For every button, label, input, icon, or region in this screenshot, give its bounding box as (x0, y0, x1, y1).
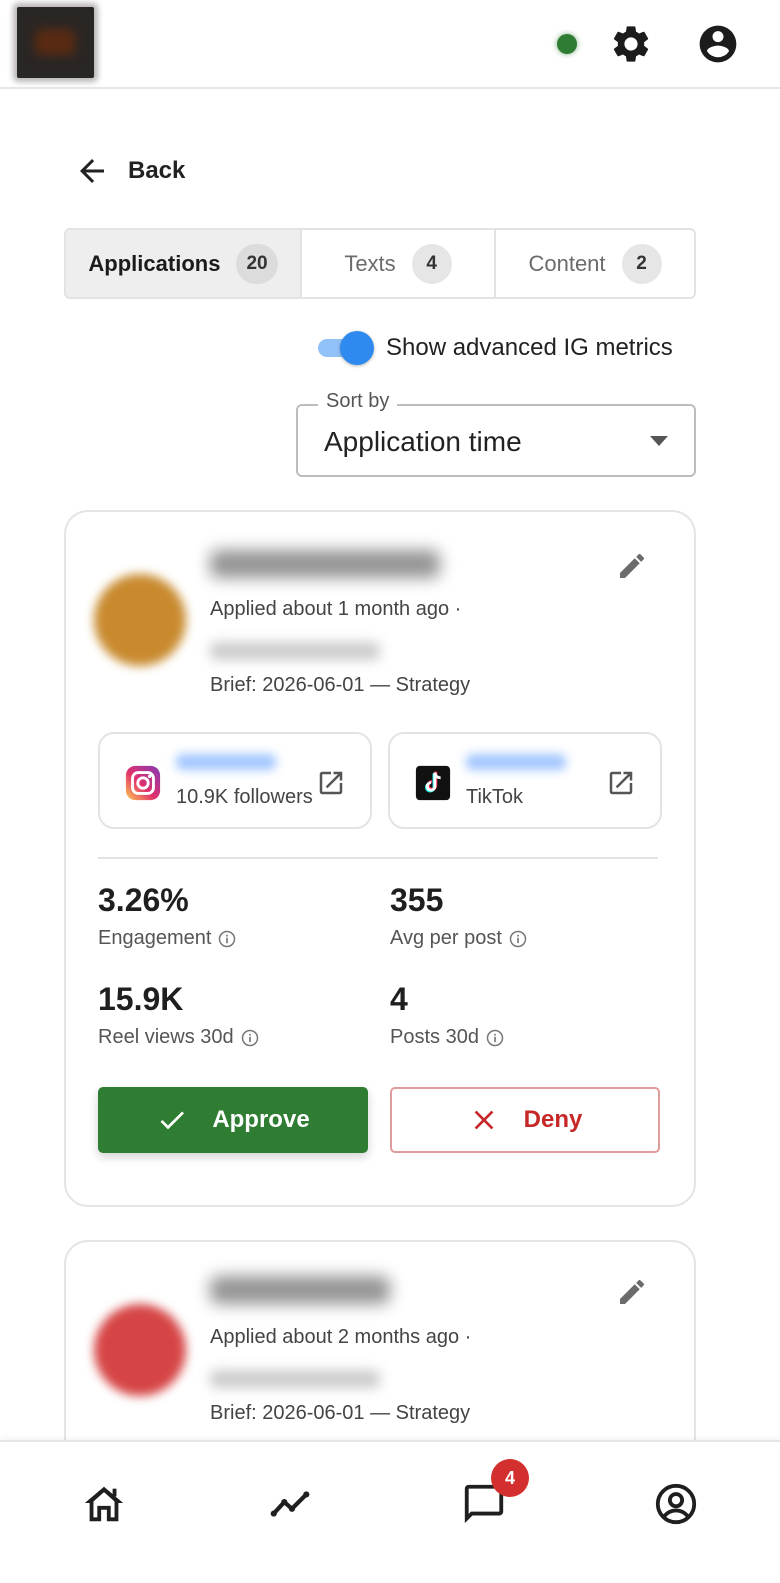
posts-30d-metric: 4 Posts 30d (390, 981, 505, 1049)
applied-time: Applied about 1 month ago · (210, 598, 462, 620)
applicant-email-redacted (210, 642, 380, 660)
profile-icon[interactable] (650, 1478, 702, 1530)
applied-time: Applied about 2 months ago · (210, 1326, 472, 1348)
check-icon (160, 1111, 185, 1130)
caret-down-icon (650, 436, 668, 446)
metric-label-text: Posts 30d (390, 1026, 479, 1048)
deny-button[interactable]: Deny (390, 1087, 660, 1153)
section-tabs: Applications 20 Texts 4 Content 2 (64, 228, 696, 299)
brief-info: Brief: 2026-06-01 — Strategy (210, 674, 471, 696)
approve-label: Approve (212, 1106, 310, 1133)
tab-texts[interactable]: Texts 4 (302, 230, 496, 297)
deny-label: Deny (523, 1106, 583, 1133)
metric-label: Posts 30d (390, 1026, 505, 1049)
back-label: Back (128, 157, 186, 184)
tiktok-icon (415, 765, 451, 801)
metric-value: 4 (390, 981, 408, 1017)
instagram-icon (125, 765, 161, 801)
account-circle-icon[interactable] (696, 22, 740, 66)
tab-label: Texts (344, 250, 396, 276)
edit-icon[interactable] (616, 1276, 648, 1308)
avatar (94, 574, 186, 666)
chat-unread-badge: 4 (491, 1459, 529, 1497)
metric-label-text: Engagement (98, 927, 212, 949)
info-icon[interactable] (508, 929, 528, 949)
online-status-indicator (557, 34, 577, 54)
tab-count-badge: 2 (621, 243, 662, 284)
tab-applications[interactable]: Applications 20 (66, 230, 302, 297)
tab-label: Applications (88, 250, 221, 276)
avg-per-post-metric: 355 Avg per post (390, 882, 528, 950)
brief-info: Brief: 2026-06-01 — Strategy (210, 1402, 471, 1424)
toggle-label: Show advanced IG metrics (386, 334, 673, 361)
application-card: Applied about 1 month ago · Brief: 2026-… (64, 510, 696, 1207)
info-icon[interactable] (217, 929, 237, 949)
engagement-metric: 3.26% Engagement (98, 882, 237, 950)
analytics-icon[interactable] (265, 1478, 317, 1530)
metric-label: Engagement (98, 927, 237, 950)
metric-value: 355 (390, 882, 444, 918)
advanced-metrics-toggle[interactable]: Show advanced IG metrics (316, 328, 673, 368)
reel-views-metric: 15.9K Reel views 30d (98, 981, 260, 1049)
approve-button[interactable]: Approve (98, 1087, 368, 1153)
instagram-handle-redacted (176, 754, 276, 770)
tab-content[interactable]: Content 2 (496, 230, 694, 297)
applicant-email-redacted (210, 1370, 380, 1388)
metric-value: 3.26% (98, 882, 189, 918)
info-icon[interactable] (240, 1028, 260, 1048)
metric-label-text: Reel views 30d (98, 1026, 234, 1048)
metric-label-text: Avg per post (390, 927, 502, 949)
tab-count-badge: 4 (411, 243, 452, 284)
open-in-new-icon (606, 768, 636, 798)
close-icon (474, 1110, 493, 1130)
tiktok-profile-link[interactable]: TikTok (388, 732, 662, 829)
top-bar (0, 0, 780, 89)
sort-by-label: Sort by (318, 390, 398, 413)
card-divider (98, 857, 658, 859)
tab-count-badge: 20 (236, 243, 278, 284)
toggle-thumb (340, 331, 374, 365)
metric-value: 15.9K (98, 981, 184, 1017)
brand-logo[interactable] (17, 7, 94, 78)
info-icon[interactable] (485, 1028, 505, 1048)
back-button[interactable]: Back (74, 150, 185, 192)
tiktok-label: TikTok (466, 786, 524, 808)
metric-label: Avg per post (390, 927, 528, 950)
home-icon[interactable] (78, 1478, 130, 1530)
avatar (94, 1304, 186, 1396)
instagram-followers: 10.9K followers (176, 786, 313, 808)
applicant-name-redacted (210, 1276, 390, 1304)
edit-icon[interactable] (616, 550, 648, 582)
tiktok-handle-redacted (466, 754, 566, 770)
sort-by-select[interactable]: Sort by Application time (296, 390, 696, 477)
toggle-switch[interactable] (316, 330, 374, 366)
application-card: Applied about 2 months ago · Brief: 2026… (64, 1240, 696, 1470)
open-in-new-icon (316, 768, 346, 798)
tab-label: Content (528, 250, 606, 276)
sort-by-value: Application time (324, 426, 522, 457)
bottom-navigation: 4 (0, 1440, 780, 1583)
instagram-profile-link[interactable]: 10.9K followers (98, 732, 372, 829)
arrow-left-icon (80, 159, 104, 183)
applicant-name-redacted (210, 550, 440, 578)
metric-label: Reel views 30d (98, 1026, 260, 1049)
settings-icon[interactable] (609, 22, 653, 66)
